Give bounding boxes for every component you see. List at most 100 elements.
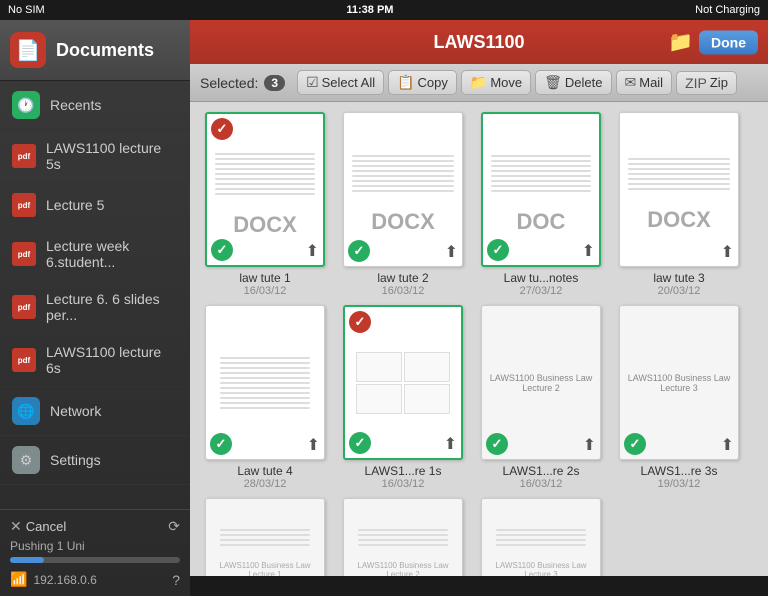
sidebar-item-laws1100-5s[interactable]: pdf LAWS1100 lecture 5s: [0, 130, 190, 183]
sidebar-item-label: LAWS1100 lecture 6s: [46, 344, 178, 376]
sidebar-item-recents[interactable]: 🕐 Recents: [0, 81, 190, 130]
delete-label: Delete: [565, 75, 603, 90]
move-label: Move: [490, 75, 522, 90]
check-badge: ✓: [487, 239, 509, 261]
file-item[interactable]: LAWS1100 Business LawLecture 2: [338, 498, 468, 576]
sidebar-item-label: Lecture 5: [46, 197, 104, 213]
file-date: 16/03/12: [520, 478, 563, 490]
sidebar-item-label: Network: [50, 403, 101, 419]
file-item[interactable]: ✓ ✓ ⬆ LAWS1...re 1s 16/03/12: [338, 305, 468, 490]
file-item[interactable]: ✓ ⬆ Law tute 4 28/03/12: [200, 305, 330, 490]
file-item[interactable]: LAWS1100 Business LawLecture 2 ✓ ⬆ LAWS1…: [476, 305, 606, 490]
mail-label: Mail: [639, 75, 663, 90]
delete-button[interactable]: 🗑 Delete: [535, 70, 611, 95]
delete-icon: 🗑: [544, 74, 562, 91]
folder-icon[interactable]: 📁: [668, 30, 693, 55]
copy-icon: 📋: [397, 74, 414, 91]
file-name: LAWS1...re 3s: [641, 464, 718, 478]
share-icon[interactable]: ⬆: [444, 434, 457, 454]
pdf-icon: pdf: [12, 348, 36, 372]
sidebar-item-network[interactable]: 🌐 Network: [0, 387, 190, 436]
file-name: law tute 3: [653, 271, 704, 285]
documents-icon: 📄: [10, 32, 46, 68]
select-all-button[interactable]: ☑ Select All: [297, 70, 384, 95]
file-date: 16/03/12: [382, 478, 425, 490]
check-badge: ✓: [210, 433, 232, 455]
sidebar-item-laws1100-6s[interactable]: pdf LAWS1100 lecture 6s: [0, 334, 190, 387]
cancel-x-icon: ✕: [10, 518, 22, 535]
selected-count: 3: [264, 75, 285, 91]
select-all-icon: ☑: [306, 74, 319, 91]
sidebar: 📄 Documents 🕐 Recents pdf LAWS1100 lectu…: [0, 20, 190, 596]
sidebar-item-settings[interactable]: ⚙ Settings: [0, 436, 190, 485]
zip-button[interactable]: ZIP Zip: [676, 71, 737, 95]
file-date: 16/03/12: [244, 285, 287, 297]
sidebar-item-label: Lecture 6. 6 slides per...: [46, 291, 178, 323]
sidebar-header[interactable]: 📄 Documents: [0, 20, 190, 81]
share-icon[interactable]: ⬆: [307, 435, 320, 455]
share-icon[interactable]: ⬆: [306, 241, 319, 261]
check-badge: ✓: [211, 239, 233, 261]
main-content: LAWS1100 📁 Done Selected: 3 ☑ Select All…: [190, 20, 768, 576]
help-icon[interactable]: ?: [172, 572, 180, 588]
settings-icon: ⚙: [12, 446, 40, 474]
cancel-label: Cancel: [26, 519, 66, 534]
check-badge: ✓: [349, 432, 371, 454]
file-grid: DOCX ✓ ✓ ⬆ law tute 1 16/03/12 DOCX: [190, 102, 768, 576]
pdf-icon: pdf: [12, 295, 36, 319]
pushing-label: Pushing 1 Uni: [10, 539, 180, 553]
copy-label: Copy: [418, 75, 448, 90]
sidebar-item-label: Lecture week 6.student...: [46, 238, 178, 270]
recents-icon: 🕐: [12, 91, 40, 119]
file-type: DOCX: [371, 209, 435, 235]
selected-label: Selected:: [200, 75, 258, 91]
file-name: Law tu...notes: [504, 271, 579, 285]
sidebar-item-lecture6slides[interactable]: pdf Lecture 6. 6 slides per...: [0, 281, 190, 334]
sidebar-item-lecture5[interactable]: pdf Lecture 5: [0, 183, 190, 228]
selected-badge: Selected: 3: [200, 75, 285, 91]
sidebar-bottom: ✕ Cancel ⟳ Pushing 1 Uni 📶 192.168.0.6 ?: [0, 509, 190, 596]
share-icon[interactable]: ⬆: [582, 241, 595, 261]
share-icon[interactable]: ⬆: [721, 242, 734, 262]
time-label: 11:38 PM: [346, 4, 393, 16]
selected-dot: ✓: [211, 118, 233, 140]
file-date: 16/03/12: [382, 285, 425, 297]
selected-dot: ✓: [349, 311, 371, 333]
select-all-label: Select All: [322, 75, 375, 90]
check-badge: ✓: [486, 433, 508, 455]
file-date: 20/03/12: [658, 285, 701, 297]
pdf-icon: pdf: [12, 242, 36, 266]
share-icon[interactable]: ⬆: [445, 242, 458, 262]
cancel-button[interactable]: ✕ Cancel: [10, 518, 66, 535]
sidebar-item-lectureweek6[interactable]: pdf Lecture week 6.student...: [0, 228, 190, 281]
file-date: 27/03/12: [520, 285, 563, 297]
file-item[interactable]: LAWS1100 Business LawLecture 3: [476, 498, 606, 576]
progress-bar-fill: [10, 557, 44, 563]
mail-button[interactable]: ✉ Mail: [616, 70, 673, 95]
app-title: LAWS1100: [433, 32, 524, 53]
sidebar-item-label: Recents: [50, 97, 101, 113]
file-item[interactable]: LAWS1100 Business LawLecture 3 ✓ ⬆ LAWS1…: [614, 305, 744, 490]
sidebar-item-label: Settings: [50, 452, 101, 468]
wifi-icon: 📶: [10, 571, 27, 588]
file-name: LAWS1...re 1s: [365, 464, 442, 478]
share-icon[interactable]: ⬆: [721, 435, 734, 455]
zip-icon: ZIP: [685, 75, 707, 91]
file-item[interactable]: DOC ✓ ⬆ Law tu...notes 27/03/12: [476, 112, 606, 297]
done-button[interactable]: Done: [699, 30, 758, 54]
copy-button[interactable]: 📋 Copy: [388, 70, 457, 95]
file-name: Law tute 4: [237, 464, 292, 478]
file-item[interactable]: DOCX ✓ ✓ ⬆ law tute 1 16/03/12: [200, 112, 330, 297]
pdf-icon: pdf: [12, 193, 36, 217]
share-icon[interactable]: ⬆: [583, 435, 596, 455]
move-button[interactable]: 📁 Move: [461, 70, 531, 95]
file-type: DOC: [517, 209, 566, 235]
file-item[interactable]: DOCX ✓ ⬆ law tute 2 16/03/12: [338, 112, 468, 297]
file-item[interactable]: DOCX ⬆ law tute 3 20/03/12: [614, 112, 744, 297]
toolbar: Selected: 3 ☑ Select All 📋 Copy 📁 Move 🗑…: [190, 64, 768, 102]
file-type: DOCX: [233, 212, 297, 238]
titlebar: LAWS1100 📁 Done: [190, 20, 768, 64]
mail-icon: ✉: [625, 74, 637, 91]
file-item[interactable]: LAWS1100 Business LawLecture 1: [200, 498, 330, 576]
wifi-row: 📶 192.168.0.6 ?: [10, 571, 180, 588]
